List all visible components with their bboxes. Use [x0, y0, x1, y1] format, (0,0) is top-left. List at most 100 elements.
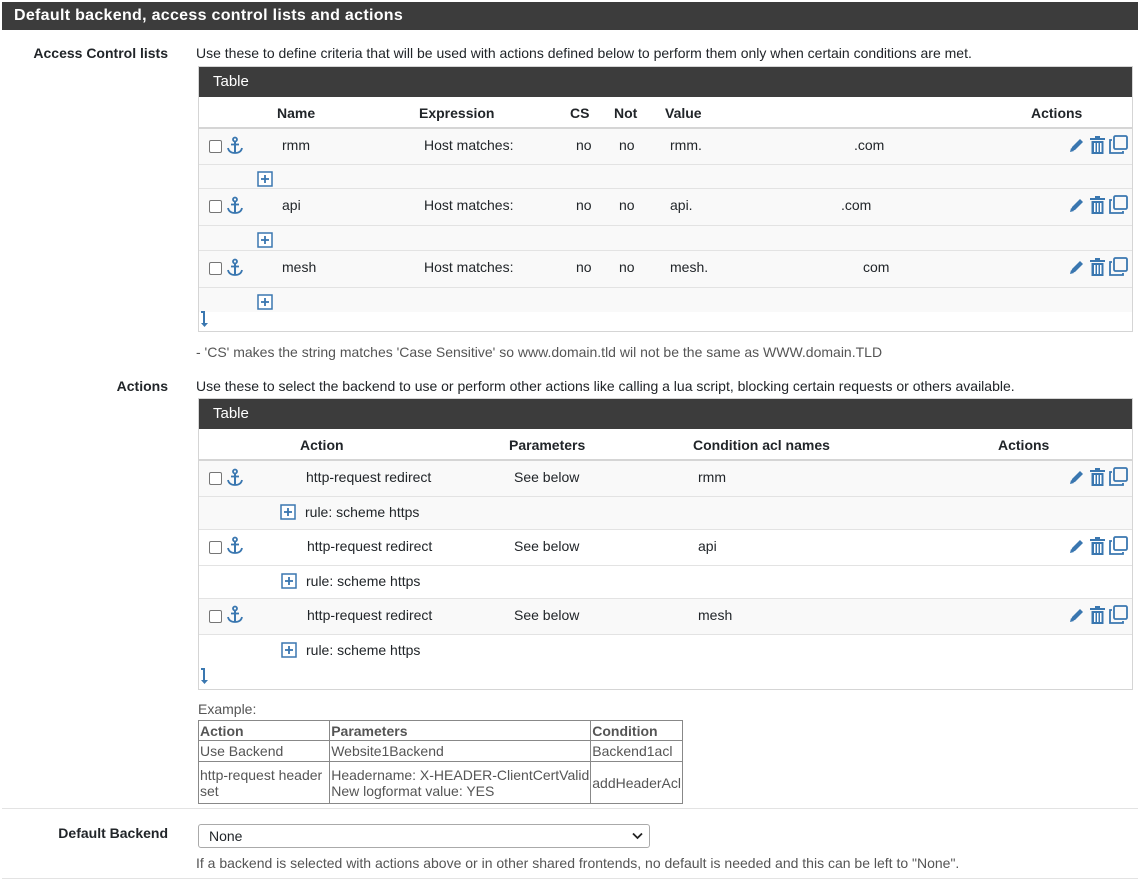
- anchor-icon[interactable]: [225, 605, 245, 625]
- col-parameters: Parameters: [509, 437, 586, 453]
- example-header-action: Action: [197, 720, 331, 741]
- action-parameters: See below: [514, 469, 580, 485]
- copy-icon[interactable]: [1109, 257, 1128, 276]
- action-type: http-request redirect: [307, 607, 433, 623]
- acl-not: no: [619, 197, 635, 213]
- acl-table-title: Table: [199, 67, 1132, 97]
- copy-icon[interactable]: [1109, 135, 1128, 154]
- copy-icon[interactable]: [1109, 195, 1128, 214]
- example-cell: Use Backend: [197, 740, 331, 762]
- default-backend-select[interactable]: None: [198, 824, 650, 848]
- default-backend-help: If a backend is selected with actions ab…: [196, 855, 960, 871]
- action-type: http-request redirect: [306, 469, 432, 485]
- acl-value-suffix: com: [863, 259, 890, 275]
- trash-icon[interactable]: [1089, 258, 1106, 277]
- acl-value-prefix: mesh.: [670, 259, 709, 275]
- row-checkbox[interactable]: [209, 472, 222, 485]
- action-type: http-request redirect: [307, 538, 433, 554]
- plus-icon[interactable]: [257, 232, 273, 248]
- table-row: mesh Host matches: no no mesh. com: [199, 251, 1132, 288]
- example-header-parameters: Parameters: [329, 720, 592, 741]
- cs-note: - 'CS' makes the string matches 'Case Se…: [196, 344, 883, 360]
- col-not: Not: [614, 105, 638, 121]
- action-rule: rule: scheme https: [306, 642, 421, 658]
- action-condition: rmm: [698, 469, 726, 485]
- row-checkbox[interactable]: [209, 140, 222, 153]
- panel-title: Default backend, access control lists an…: [2, 2, 1138, 30]
- example-cell: Website1Backend: [329, 740, 592, 762]
- chevron-down-icon: [632, 832, 643, 840]
- example-cell: Backend1acl: [590, 740, 683, 762]
- anchor-icon[interactable]: [225, 136, 245, 156]
- actions-label: Actions: [116, 378, 168, 394]
- pencil-icon[interactable]: [1068, 258, 1086, 276]
- anchor-icon[interactable]: [225, 258, 245, 278]
- table-subrow: [199, 288, 1132, 312]
- col-name: Name: [277, 105, 316, 121]
- row-checkbox[interactable]: [209, 200, 222, 213]
- action-rule: rule: scheme https: [305, 504, 420, 520]
- table-row: api Host matches: no no api. .com: [199, 189, 1132, 226]
- actions-table-title: Table: [199, 399, 1132, 429]
- pencil-icon[interactable]: [1068, 196, 1086, 214]
- row-checkbox[interactable]: [209, 610, 222, 623]
- trash-icon[interactable]: [1089, 136, 1106, 155]
- example-param-line: New logformat value: YES: [331, 782, 495, 799]
- plus-icon[interactable]: [280, 504, 296, 520]
- pencil-icon[interactable]: [1068, 136, 1086, 154]
- acl-table: Table Name Expression CS Not Value Actio…: [198, 66, 1133, 332]
- table-subrow: [199, 226, 1132, 251]
- example-cell: addHeaderAcl: [590, 761, 683, 804]
- pencil-icon[interactable]: [1068, 468, 1086, 486]
- row-checkbox[interactable]: [209, 262, 222, 275]
- copy-icon[interactable]: [1109, 467, 1128, 486]
- table-subrow: [199, 165, 1132, 189]
- acl-value-prefix: api.: [670, 197, 693, 213]
- table-row: http-request redirect See below api: [199, 530, 1132, 566]
- acl-table-header: Name Expression CS Not Value Actions: [199, 97, 1132, 129]
- default-backend-selected: None: [209, 828, 243, 844]
- example-table: Action Parameters Condition Use Backend …: [197, 720, 683, 804]
- plus-icon[interactable]: [281, 573, 297, 589]
- trash-icon[interactable]: [1089, 606, 1106, 625]
- plus-icon[interactable]: [281, 642, 297, 658]
- table-subrow: rule: scheme https: [199, 566, 1132, 599]
- arrow-down-icon[interactable]: [199, 310, 211, 328]
- anchor-icon[interactable]: [225, 196, 245, 216]
- anchor-icon[interactable]: [225, 468, 245, 488]
- action-condition: mesh: [698, 607, 733, 623]
- table-row: http-request redirect See below rmm: [199, 461, 1132, 497]
- plus-icon[interactable]: [257, 294, 273, 310]
- action-parameters: See below: [514, 538, 580, 554]
- trash-icon[interactable]: [1089, 537, 1106, 556]
- acl-description: Use these to define criteria that will b…: [196, 45, 972, 61]
- copy-icon[interactable]: [1109, 536, 1128, 555]
- acl-label: Access Control lists: [33, 45, 168, 61]
- col-cs: CS: [570, 105, 590, 121]
- trash-icon[interactable]: [1089, 468, 1106, 487]
- actions-description: Use these to select the backend to use o…: [196, 378, 1015, 394]
- col-expression: Expression: [419, 105, 495, 121]
- divider: [2, 808, 1138, 809]
- plus-icon[interactable]: [257, 171, 273, 187]
- action-rule: rule: scheme https: [306, 573, 421, 589]
- anchor-icon[interactable]: [225, 536, 245, 556]
- acl-name: rmm: [282, 137, 310, 153]
- acl-not: no: [619, 259, 635, 275]
- pencil-icon[interactable]: [1068, 606, 1086, 624]
- actions-table-header: Action Parameters Condition acl names Ac…: [199, 429, 1132, 461]
- trash-icon[interactable]: [1089, 196, 1106, 215]
- acl-expression: Host matches:: [424, 197, 514, 213]
- action-parameters: See below: [514, 607, 580, 623]
- table-row: rmm Host matches: no no rmm. .com: [199, 129, 1132, 165]
- col-action: Action: [300, 437, 344, 453]
- acl-value-suffix: .com: [841, 197, 872, 213]
- col-actions: Actions: [1031, 105, 1083, 121]
- pencil-icon[interactable]: [1068, 537, 1086, 555]
- arrow-down-icon[interactable]: [199, 667, 211, 685]
- acl-cs: no: [576, 197, 592, 213]
- row-checkbox[interactable]: [209, 541, 222, 554]
- copy-icon[interactable]: [1109, 605, 1128, 624]
- acl-cs: no: [576, 137, 592, 153]
- divider: [2, 878, 1138, 879]
